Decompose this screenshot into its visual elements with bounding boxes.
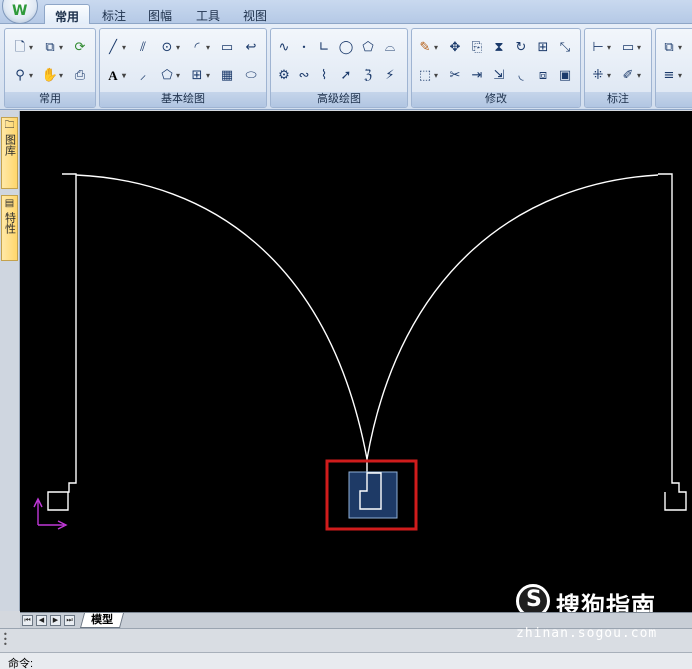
- command-line[interactable]: 命令:: [0, 652, 692, 669]
- spline-icon[interactable]: ∿: [275, 39, 293, 57]
- right-door-leaf: [658, 173, 687, 511]
- last-layout-button[interactable]: ⏭: [64, 615, 75, 626]
- drag-grip-icon[interactable]: • • •: [3, 631, 8, 649]
- group-basic-draw: ╱ ⫽ ⊙ ◜ ▭ ↩ A ⸝ ⬠ ⊞ ▦ ⬭ 基本绘图: [99, 28, 267, 108]
- print-icon[interactable]: ⎙: [71, 67, 89, 85]
- left-door-leaf: [47, 173, 77, 511]
- zoom-icon[interactable]: ⚲: [11, 67, 33, 85]
- layer-icon[interactable]: ⧉: [660, 39, 682, 57]
- watermark-logo-glyph: S: [526, 587, 542, 612]
- coordinate-dimension-icon[interactable]: ⁜: [589, 67, 611, 85]
- palette-tab-library[interactable]: 🗀 图库: [1, 117, 18, 189]
- point-icon[interactable]: •: [295, 39, 313, 57]
- tab-model-label: 模型: [91, 614, 114, 626]
- watermark-url: zhinan.sogou.com: [516, 626, 658, 641]
- ribbon-panel: 🗋 ⧉ ⟳ ⚲ ✋ ⎙ 常用 ╱ ⫽ ⊙ ◜ ▭ ↩ A ⸝ ⬠ ⊞ ▦ ⬭ 基…: [0, 24, 692, 110]
- erase-icon[interactable]: ✎: [416, 39, 438, 57]
- tab-tools[interactable]: 工具: [186, 4, 230, 24]
- break-line-icon[interactable]: ⌇: [315, 67, 333, 85]
- group-layer: ⧉ ≡: [655, 28, 692, 108]
- array-icon[interactable]: ⊞: [534, 39, 552, 57]
- group-layer-label: [656, 92, 692, 107]
- right-door-swing-arc: [366, 174, 659, 460]
- circle-icon[interactable]: ⊙: [158, 39, 180, 57]
- side-palette-strip: 🗀 图库 ▤ 特性: [0, 111, 20, 611]
- text-icon[interactable]: A: [104, 67, 126, 85]
- parallel-line-icon[interactable]: ⫽: [134, 39, 152, 57]
- prev-layout-button[interactable]: ◀: [36, 615, 47, 626]
- scale-icon[interactable]: ⤡: [556, 39, 574, 57]
- group-common-label: 常用: [5, 92, 95, 107]
- tab-drawing-frame[interactable]: 图幅: [138, 4, 182, 24]
- palette-tab-properties-label: 特性: [3, 212, 16, 234]
- tab-annotate[interactable]: 标注: [92, 4, 136, 24]
- drawing-geometry: [33, 173, 687, 531]
- tab-view[interactable]: 视图: [233, 4, 277, 24]
- application-menu-button[interactable]: W: [2, 0, 38, 24]
- first-layout-button[interactable]: ⏮: [22, 615, 33, 626]
- properties-icon: ▤: [4, 198, 15, 209]
- tab-model[interactable]: 模型: [79, 613, 125, 628]
- dimension-style-icon[interactable]: ▭: [619, 39, 641, 57]
- app-logo-icon: W: [12, 3, 28, 19]
- ucs-icon: [33, 497, 68, 530]
- tab-common[interactable]: 常用: [44, 4, 91, 24]
- palette-tab-library-label: 图库: [3, 134, 16, 156]
- polyline-icon[interactable]: ↩: [242, 39, 260, 57]
- new-file-icon[interactable]: 🗋: [11, 39, 33, 57]
- group-modify-label: 修改: [412, 92, 580, 107]
- command-history[interactable]: • • • zhinan.sogou.com: [0, 626, 692, 652]
- selected-block: [348, 471, 398, 519]
- polygon-icon[interactable]: ⬠: [158, 67, 180, 85]
- wave-line-icon[interactable]: ∾: [295, 67, 313, 85]
- line-weight-icon[interactable]: ≡: [660, 67, 682, 85]
- bolt-icon[interactable]: ⚡: [381, 67, 399, 85]
- cad-application-window: W 常用 标注 图幅 工具 视图 🗋 ⧉ ⟳ ⚲ ✋ ⎙ 常用 ╱ ⫽ ⊙ ◜ …: [0, 0, 692, 669]
- centerline-icon[interactable]: ⸝: [134, 67, 152, 85]
- table-icon[interactable]: ⊞: [188, 67, 210, 85]
- palette-tab-properties[interactable]: ▤ 特性: [1, 195, 18, 261]
- mirror-icon[interactable]: ⧗: [490, 39, 508, 57]
- extend-icon[interactable]: ⇥: [468, 67, 486, 85]
- offset-icon[interactable]: ⧈: [534, 67, 552, 85]
- left-door-swing-arc: [75, 174, 368, 460]
- select-box-icon[interactable]: ⬚: [416, 67, 438, 85]
- group-dimension-label: 标注: [585, 92, 651, 107]
- coordinate-icon[interactable]: ∟: [315, 39, 333, 57]
- rectangle-icon[interactable]: ▭: [218, 39, 236, 57]
- copy-object-icon[interactable]: ⎘: [468, 39, 486, 57]
- line-icon[interactable]: ╱: [104, 39, 126, 57]
- group-dimension: ⊢ ▭ ⁜ ✐ 标注: [584, 28, 652, 108]
- regenerate-icon[interactable]: ⟳: [71, 39, 89, 57]
- stretch-icon[interactable]: ⇲: [490, 67, 508, 85]
- explode-icon[interactable]: ▣: [556, 67, 574, 85]
- drawing-canvas[interactable]: S 搜狗指南: [20, 111, 692, 620]
- trim-icon[interactable]: ✂: [446, 67, 464, 85]
- ellipse-icon[interactable]: ⬭: [242, 67, 260, 85]
- arrow-icon[interactable]: ➚: [337, 67, 355, 85]
- group-advanced-draw: ∿ • ∟ ◯ ⬠ ⌓ ⚙ ∾ ⌇ ➚ ℨ ⚡ 高级绘图: [270, 28, 408, 108]
- group-advanced-draw-label: 高级绘图: [271, 92, 407, 107]
- ellipse-tool-icon[interactable]: ◯: [337, 39, 355, 57]
- command-prompt: 命令:: [8, 658, 34, 669]
- group-basic-draw-label: 基本绘图: [100, 92, 266, 107]
- edit-dimension-icon[interactable]: ✐: [619, 67, 641, 85]
- hatch-icon[interactable]: ▦: [218, 67, 236, 85]
- hole-icon[interactable]: ⌓: [381, 39, 399, 57]
- pentagon-icon[interactable]: ⬠: [359, 39, 377, 57]
- copy-icon[interactable]: ⧉: [41, 39, 63, 57]
- ribbon-tab-bar: W 常用 标注 图幅 工具 视图: [0, 0, 692, 24]
- group-modify: ✎ ✥ ⎘ ⧗ ↻ ⊞ ⤡ ⬚ ✂ ⇥ ⇲ ◟ ⧈ ▣ 修改: [411, 28, 581, 108]
- arc-icon[interactable]: ◜: [188, 39, 210, 57]
- spring-icon[interactable]: ℨ: [359, 67, 377, 85]
- linear-dimension-icon[interactable]: ⊢: [589, 39, 611, 57]
- rotate-icon[interactable]: ↻: [512, 39, 530, 57]
- next-layout-button[interactable]: ▶: [50, 615, 61, 626]
- fillet-icon[interactable]: ◟: [512, 67, 530, 85]
- move-icon[interactable]: ✥: [446, 39, 464, 57]
- pan-icon[interactable]: ✋: [41, 67, 63, 85]
- group-common: 🗋 ⧉ ⟳ ⚲ ✋ ⎙ 常用: [4, 28, 96, 108]
- library-icon: 🗀: [4, 120, 15, 131]
- gear-icon[interactable]: ⚙: [275, 67, 293, 85]
